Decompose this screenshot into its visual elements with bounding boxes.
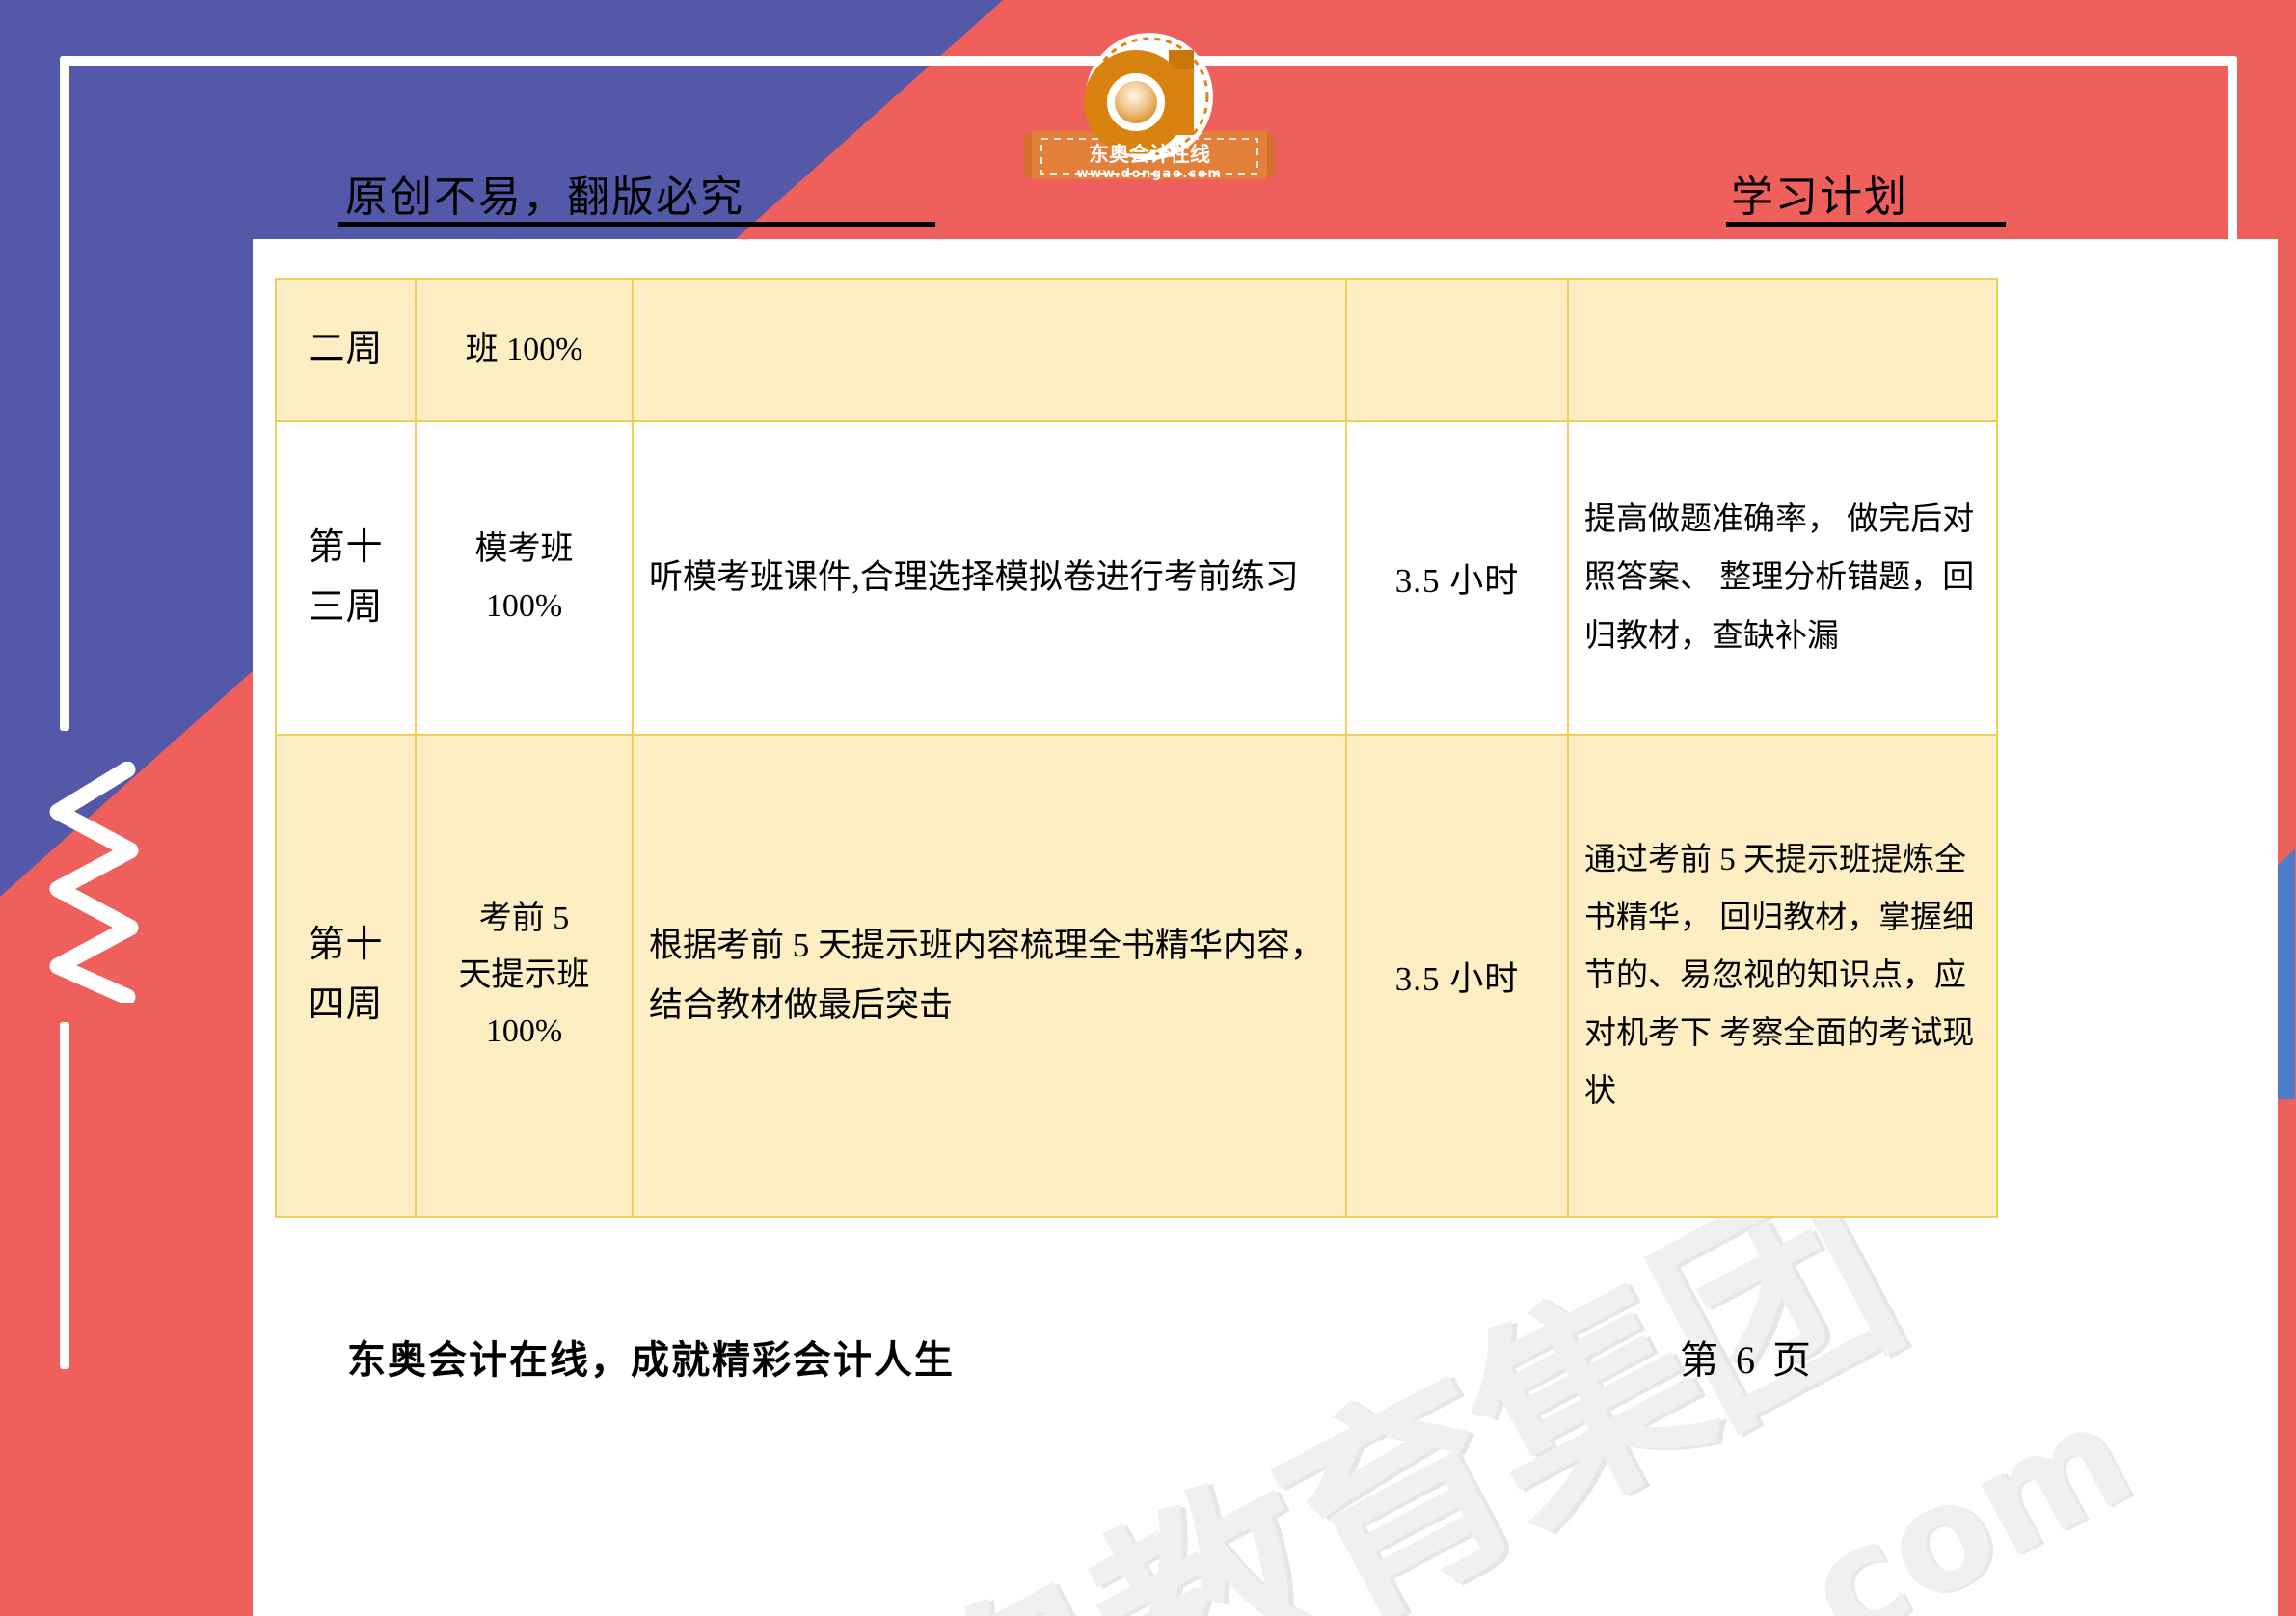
cell-note [1567,278,1998,422]
cell-content [632,278,1347,422]
logo-brand-cn: 东奥会计在线 [1089,143,1210,166]
logo-brand-url: www.dongao.com [1077,167,1223,181]
watermark: 东奥教育集团 dongao.com [658,1144,2156,1616]
watermark-url-text: dongao.com [1198,1372,2157,1616]
cell-week: 第十三周 [275,420,417,736]
table-row: 二周 班 100% [275,278,1998,422]
cell-time: 3.5 小时 [1345,734,1569,1218]
cell-course: 考前 5 天提示班 100% [415,734,634,1218]
study-plan-table: 二周 班 100% 第十三周 模考班 100% 听模考班课件,合理选择模拟卷进行考… [275,278,1998,1218]
cell-time: 3.5 小时 [1345,420,1569,736]
header-right-title: 学习计划 [1731,174,1908,221]
frame-line-left-lower [60,1022,69,1369]
document-page: 东奥教育集团 dongao.com 原创不易，翻版必究 学习计划 [0,0,2296,1616]
cell-content: 根据考前 5 天提示班内容梳理全书精华内容，结合教材做最后突击 [632,734,1347,1218]
header-left-underline [338,222,935,227]
cell-course: 班 100% [415,278,634,422]
table-row: 第十三周 模考班 100% 听模考班课件,合理选择模拟卷进行考前练习 3.5 小时… [275,420,1998,736]
header-right-underline [1726,222,2006,227]
footer-slogan: 东奥会计在线，成就精彩会计人生 [347,1338,955,1382]
cell-week: 第十四周 [275,734,417,1218]
cell-note: 提高做题准确率， 做完后对照答案、 整理分析错题，回归教材，查缺补漏 [1567,420,1998,736]
cell-content: 听模考班课件,合理选择模拟卷进行考前练习 [632,420,1347,736]
footer-page-number: 第 6 页 [1680,1338,1815,1382]
cell-course: 模考班 100% [415,420,634,736]
dongao-logo: 东奥会计在线 www.dongao.com [1018,27,1281,191]
frame-line-left-upper [60,56,69,731]
header-left-title: 原创不易，翻版必究 [345,174,744,221]
cell-week: 二周 [275,278,417,422]
zigzag-decoration-left [39,762,145,1003]
table-row: 第十四周 考前 5 天提示班 100% 根据考前 5 天提示班内容梳理全书精华内容，… [275,734,1998,1218]
cell-note: 通过考前 5 天提示班提炼全书精华， 回归教材，掌握细 节的、易忽视的知识点，应… [1567,734,1998,1218]
cell-time [1345,278,1569,422]
